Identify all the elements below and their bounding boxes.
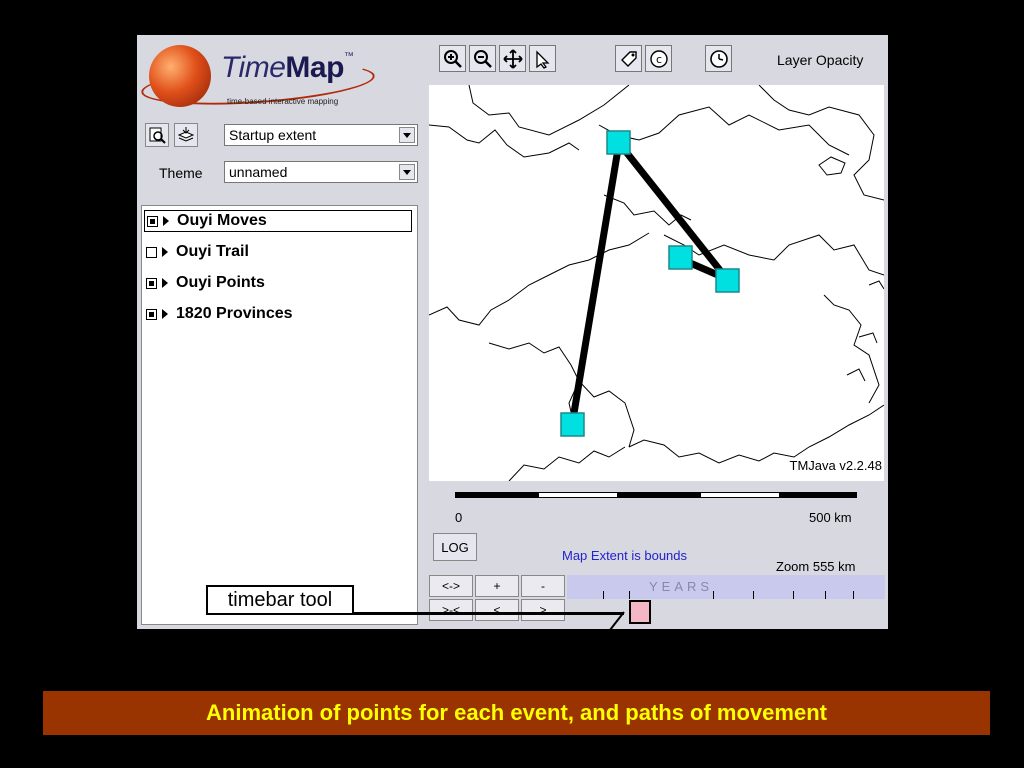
scale-start-label: 0	[455, 510, 463, 525]
layer-item-ouyi-points[interactable]: Ouyi Points	[146, 272, 265, 294]
logo-subtitle: time-based interactive mapping	[227, 97, 339, 106]
timemap-app: TimeMap™ time-based interactive mapping …	[137, 35, 888, 629]
svg-text:c: c	[655, 53, 661, 66]
log-button[interactable]: LOG	[433, 533, 477, 561]
expand-triangle-icon[interactable]	[162, 309, 168, 319]
zoom-in-button[interactable]	[439, 45, 466, 72]
timemap-logo: TimeMap™ time-based interactive mapping	[139, 39, 415, 119]
layer-checkbox[interactable]	[146, 277, 157, 289]
layer-opacity-label: Layer Opacity	[777, 52, 864, 68]
callout-pointer-arrow	[609, 611, 625, 631]
timebar-next-button[interactable]: >	[521, 599, 565, 621]
clock-icon	[709, 49, 728, 68]
zoom-status: Zoom 555 km	[776, 559, 856, 574]
zoom-to-extent-button[interactable]	[145, 123, 169, 147]
map-toolbar: c Layer Opacity	[427, 35, 888, 83]
layer-label: Ouyi Moves	[177, 212, 267, 229]
clock-button[interactable]	[705, 45, 732, 72]
theme-label: Theme	[159, 165, 203, 181]
tag-icon	[620, 50, 637, 67]
layer-label: 1820 Provinces	[176, 305, 293, 322]
event-point[interactable]	[560, 412, 585, 437]
zoom-in-icon	[443, 49, 462, 68]
zoom-out-icon	[473, 49, 492, 68]
map-canvas[interactable]: TMJava v2.2.48	[429, 85, 884, 481]
layer-item-1820-provinces[interactable]: 1820 Provinces	[146, 303, 293, 325]
zoom-out-button[interactable]	[469, 45, 496, 72]
layer-label: Ouyi Points	[176, 274, 265, 291]
event-point[interactable]	[606, 130, 631, 155]
chevron-down-icon	[399, 164, 415, 180]
years-label: YEARS	[649, 579, 714, 594]
extent-icon	[149, 127, 166, 144]
layer-checkbox[interactable]	[146, 246, 157, 258]
theme-select[interactable]: unnamed	[224, 161, 418, 183]
timebar-tool-callout: timebar tool	[206, 585, 354, 615]
logo-globe-icon	[149, 45, 211, 107]
map-panel: c Layer Opacity TMJava v2.2.48 0 500 km …	[427, 35, 888, 629]
layer-item-ouyi-trail[interactable]: Ouyi Trail	[146, 241, 249, 263]
expand-triangle-icon[interactable]	[163, 216, 169, 226]
copyright-button[interactable]: c	[645, 45, 672, 72]
timebar-zoom-in-button[interactable]: +	[475, 575, 519, 597]
timebar-prev-button[interactable]: <	[475, 599, 519, 621]
tag-button[interactable]	[615, 45, 642, 72]
chevron-down-icon	[399, 127, 415, 143]
layers-button[interactable]	[174, 123, 198, 147]
slide-caption: Animation of points for each event, and …	[43, 691, 990, 735]
left-panel: TimeMap™ time-based interactive mapping …	[137, 35, 422, 629]
extent-status: Map Extent is bounds	[562, 548, 688, 563]
layer-list: Ouyi Moves Ouyi Trail Ouyi Points 1820 P…	[141, 205, 418, 625]
timebar-track[interactable]: YEARS	[567, 575, 885, 599]
expand-triangle-icon[interactable]	[162, 247, 168, 257]
layers-icon	[177, 127, 195, 142]
timebar-zoom-out-button[interactable]: -	[521, 575, 565, 597]
copyright-icon: c	[649, 49, 668, 68]
layer-label: Ouyi Trail	[176, 243, 249, 260]
extent-select[interactable]: Startup extent	[224, 124, 418, 146]
select-arrow-icon	[535, 49, 550, 69]
expand-triangle-icon[interactable]	[162, 278, 168, 288]
layer-checkbox[interactable]	[146, 308, 157, 320]
select-button[interactable]	[529, 45, 556, 72]
pan-icon	[502, 48, 523, 69]
event-point[interactable]	[715, 268, 740, 293]
scale-end-label: 500 km	[809, 510, 852, 525]
layer-checkbox[interactable]	[147, 215, 158, 227]
timebar-contract-button[interactable]: >-<	[429, 599, 473, 621]
version-label: TMJava v2.2.48	[789, 458, 883, 473]
layer-item-ouyi-moves[interactable]: Ouyi Moves	[144, 210, 412, 232]
event-point[interactable]	[668, 245, 693, 270]
logo-title: TimeMap™	[221, 51, 354, 84]
timebar-expand-button[interactable]: <->	[429, 575, 473, 597]
callout-pointer-line	[354, 612, 624, 615]
map-svg	[429, 85, 884, 481]
scale-bar	[455, 492, 857, 498]
pan-button[interactable]	[499, 45, 526, 72]
